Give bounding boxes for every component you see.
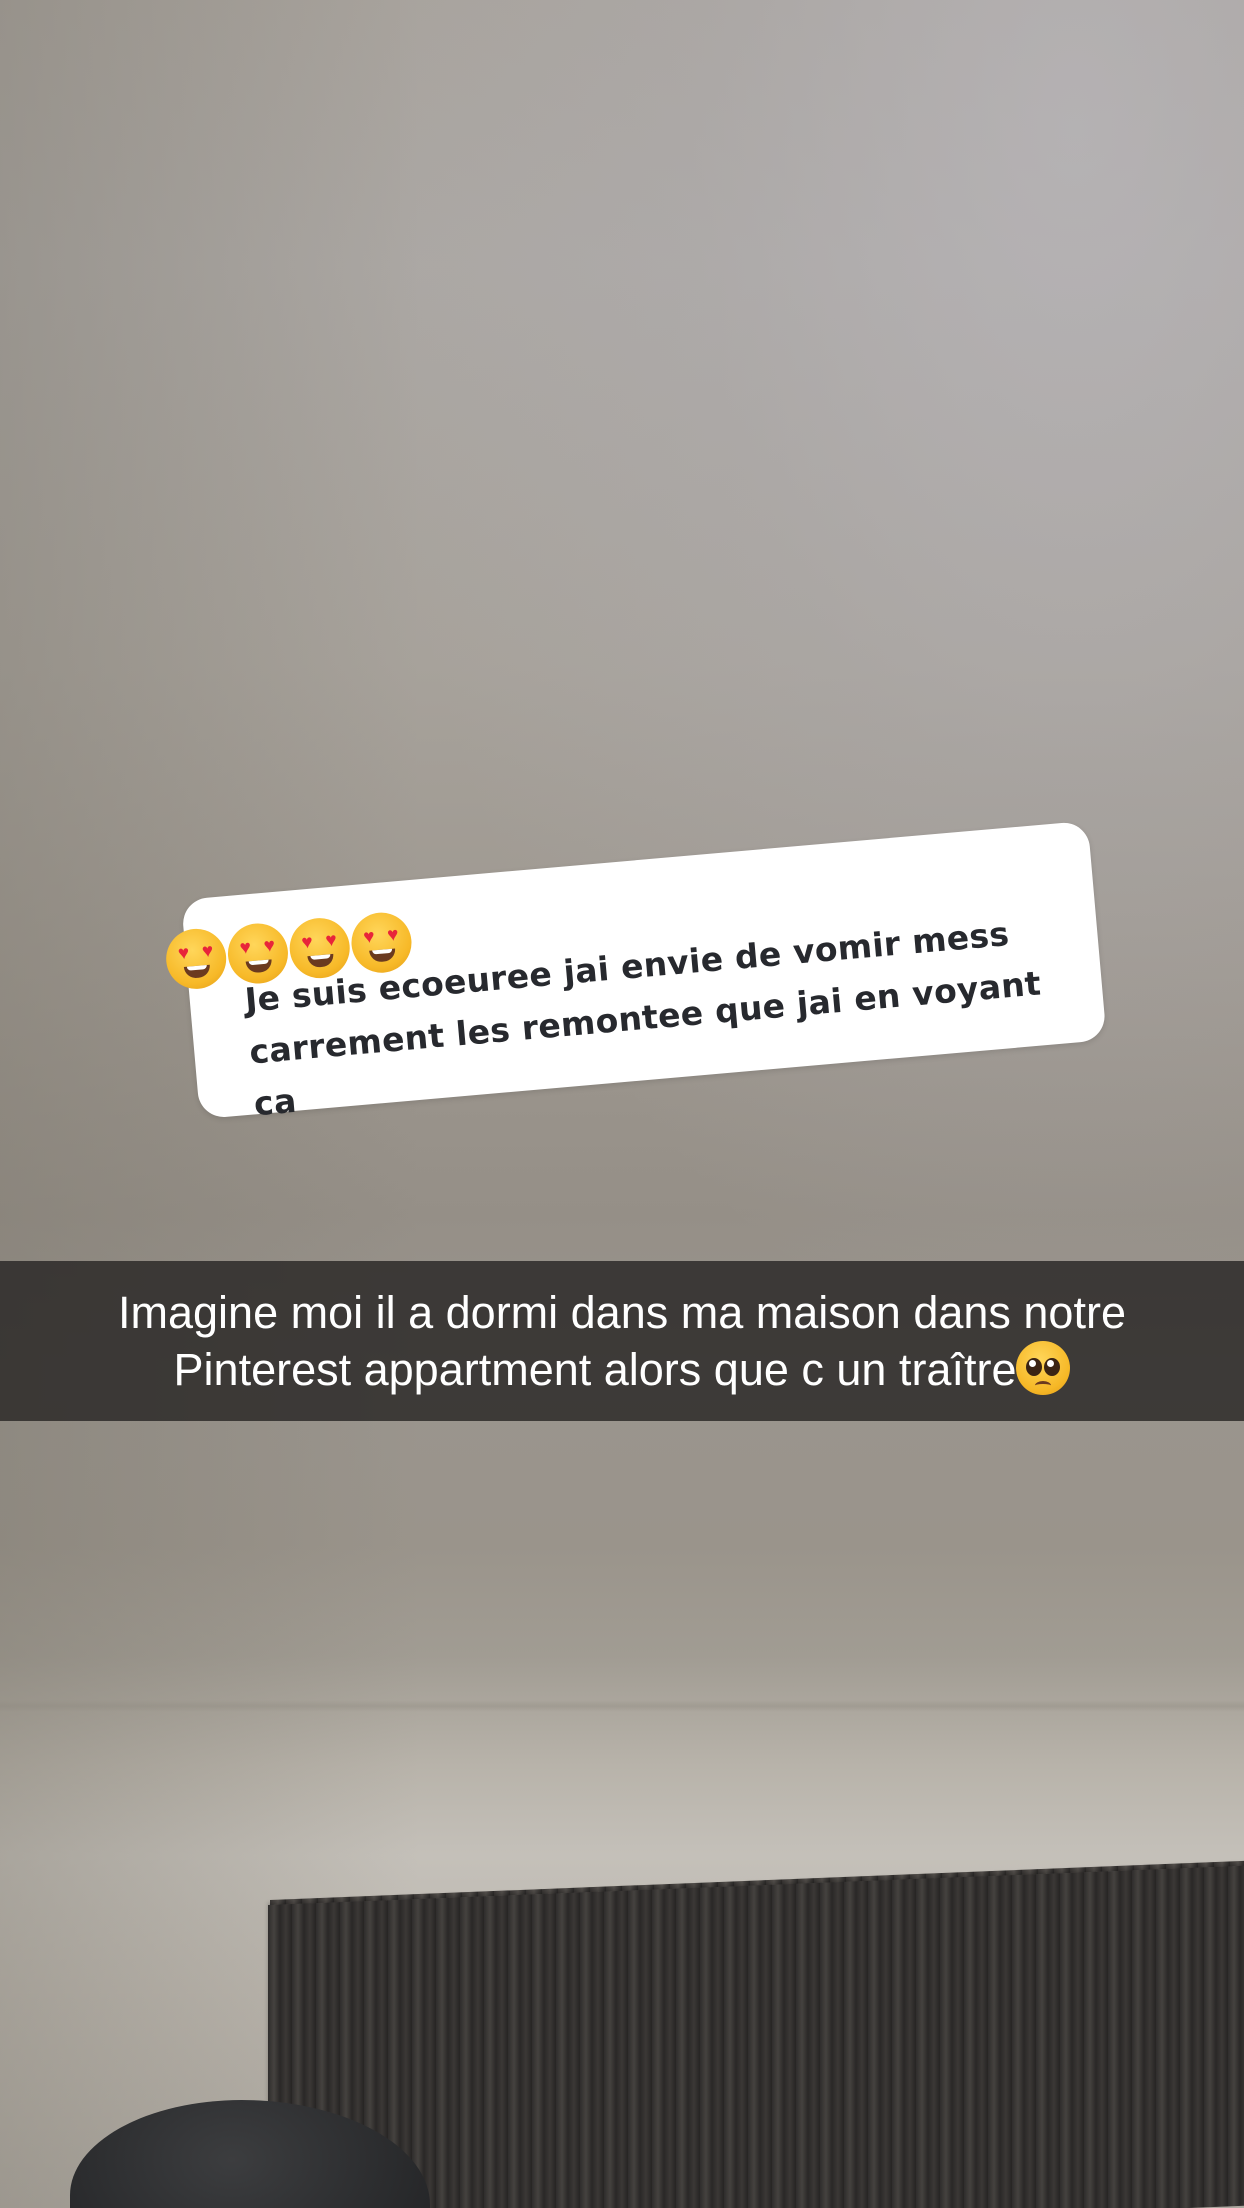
caption-line-1: Imagine moi il a dormi dans ma maison da… xyxy=(118,1287,1126,1338)
caption-line-2-text: Pinterest appartment alors que c un traî… xyxy=(173,1344,1017,1395)
ceiling-wall-corner xyxy=(0,1700,1244,1712)
caption-text: Imagine moi il a dormi dans ma maison da… xyxy=(0,1285,1244,1398)
heart-eyes-emoji-icon: ♥ ♥ xyxy=(163,926,229,992)
caption-line-2: Pinterest appartment alors que c un traî… xyxy=(0,1341,1244,1398)
curtain xyxy=(268,1864,1244,2208)
caption-bar[interactable]: Imagine moi il a dormi dans ma maison da… xyxy=(0,1261,1244,1421)
story-view[interactable]: ♥ ♥ ♥ ♥ ♥ ♥ ♥ ♥ Je suis ecoeuree jai envie d… xyxy=(0,0,1244,2208)
pleading-face-emoji-icon xyxy=(1016,1341,1071,1395)
